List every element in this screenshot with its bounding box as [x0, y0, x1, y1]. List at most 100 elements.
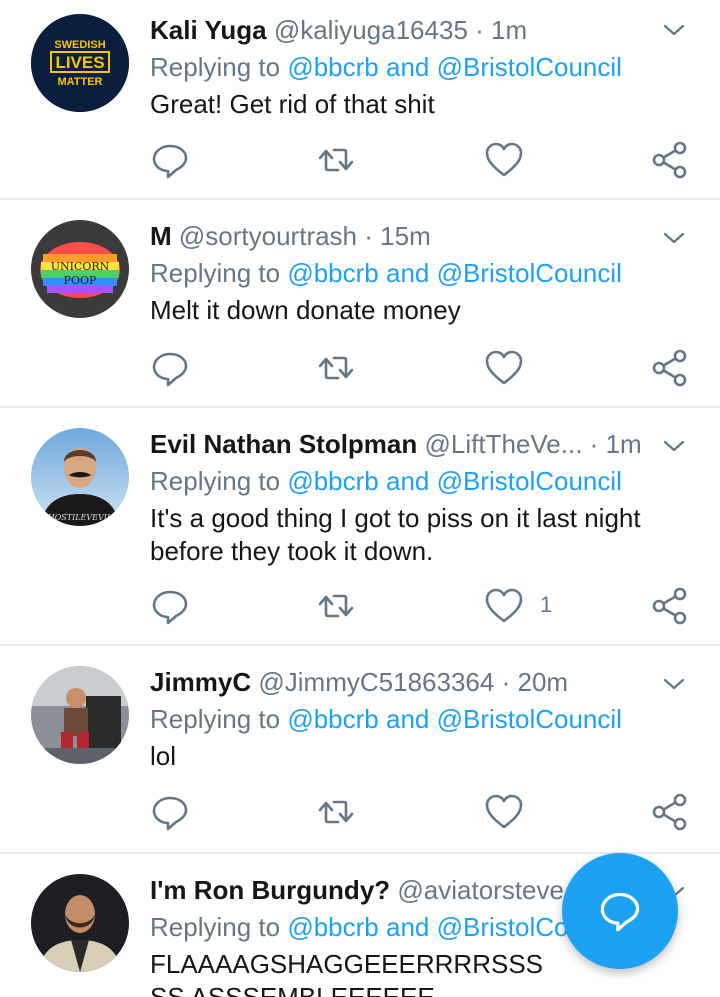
compose-reply-button[interactable]	[562, 853, 678, 969]
heart-icon[interactable]	[484, 792, 524, 832]
replying-to: Replying to @bbcrb and @BristolCou	[150, 911, 583, 943]
mention-link[interactable]: @BristolCouncil	[437, 258, 622, 288]
mention-link[interactable]: @BristolCou	[437, 912, 583, 942]
action-bar	[150, 792, 690, 832]
replying-to: Replying to @bbcrb and @BristolCouncil	[150, 51, 622, 83]
like-count: 1	[540, 592, 553, 617]
mention-conjunction: and	[385, 912, 430, 942]
avatar[interactable]	[31, 666, 129, 764]
replying-to-label: Replying to	[150, 52, 281, 82]
retweet-icon[interactable]	[316, 140, 356, 180]
replying-to-label: Replying to	[150, 704, 281, 734]
timestamp[interactable]: 20m	[517, 667, 568, 697]
user-handle[interactable]: @LiftTheVe...	[425, 429, 583, 459]
svg-text:SWEDISH: SWEDISH	[54, 39, 105, 51]
display-name[interactable]: Evil Nathan Stolpman	[150, 429, 417, 459]
display-name[interactable]: I'm Ron Burgundy?	[150, 875, 390, 905]
tweet-text: FLAAAAGSHAGGEEERRRRSSSSS ASSSEMBLEEEEEE	[150, 949, 543, 997]
chevron-down-icon[interactable]	[662, 434, 686, 458]
separator-dot: ·	[364, 221, 373, 251]
share-icon[interactable]	[650, 348, 690, 388]
mention-link[interactable]: @BristolCouncil	[437, 466, 622, 496]
reply-bubble-icon[interactable]	[150, 792, 190, 832]
tweet-header: Kali Yuga @kaliyuga16435 · 1m	[150, 14, 527, 46]
tweet-text: Melt it down donate money	[150, 295, 461, 325]
tweet-text: Great! Get rid of that shit	[150, 89, 435, 119]
avatar[interactable]: SWEDISH LIVES MATTER	[31, 14, 129, 112]
reply-bubble-icon[interactable]	[150, 348, 190, 388]
share-icon[interactable]	[650, 792, 690, 832]
svg-text:HOSTILEVEVIL: HOSTILEVEVIL	[47, 513, 113, 522]
mention-link[interactable]: @bbcrb	[287, 258, 378, 288]
mention-link[interactable]: @bbcrb	[287, 466, 378, 496]
mention-conjunction: and	[385, 466, 430, 496]
separator-dot: ·	[589, 429, 599, 459]
display-name[interactable]: M	[150, 221, 172, 251]
display-name[interactable]: Kali Yuga	[150, 15, 267, 45]
replying-to-label: Replying to	[150, 466, 281, 496]
replying-to: Replying to @bbcrb and @BristolCouncil	[150, 257, 622, 289]
avatar-image: UNICORN POOP	[31, 220, 129, 318]
avatar[interactable]: HOSTILEVEVIL	[31, 428, 129, 526]
avatar-image: SWEDISH LIVES MATTER	[31, 14, 129, 112]
chevron-down-icon[interactable]	[662, 226, 686, 250]
tweet-text: lol	[150, 741, 177, 771]
reply-tweet[interactable]: JimmyC @JimmyC51863364 · 20m Replying to…	[0, 646, 720, 854]
user-handle[interactable]: @JimmyC51863364	[258, 667, 494, 697]
svg-text:POOP: POOP	[64, 274, 97, 287]
share-icon[interactable]	[650, 586, 690, 626]
user-handle[interactable]: @aviatorsteve	[397, 875, 564, 905]
avatar-image	[31, 874, 129, 972]
mention-link[interactable]: @bbcrb	[287, 52, 378, 82]
reply-tweet[interactable]: SWEDISH LIVES MATTER Kali Yuga @kaliyuga…	[0, 0, 720, 200]
mention-conjunction: and	[385, 258, 430, 288]
mention-conjunction: and	[385, 704, 430, 734]
mention-link[interactable]: @BristolCouncil	[437, 704, 622, 734]
action-bar	[150, 348, 690, 388]
timestamp[interactable]: 15m	[380, 221, 431, 251]
reply-bubble-icon[interactable]	[150, 586, 190, 626]
timestamp[interactable]: 1m	[491, 15, 527, 45]
mention-link[interactable]: @BristolCouncil	[437, 52, 622, 82]
action-bar: 1	[150, 586, 690, 626]
replying-to-label: Replying to	[150, 258, 281, 288]
tweet-text: It's a good thing I got to piss on it la…	[150, 503, 641, 566]
mention-link[interactable]: @bbcrb	[287, 912, 378, 942]
action-bar	[150, 140, 690, 180]
retweet-icon[interactable]	[316, 586, 356, 626]
svg-text:UNICORN: UNICORN	[51, 260, 110, 273]
chevron-down-icon[interactable]	[662, 18, 686, 42]
replying-to-label: Replying to	[150, 912, 281, 942]
compose-reply-icon	[600, 892, 640, 932]
retweet-icon[interactable]	[316, 348, 356, 388]
reply-tweet[interactable]: UNICORN POOP M @sortyourtrash · 15m Repl…	[0, 200, 720, 408]
retweet-icon[interactable]	[316, 792, 356, 832]
replying-to: Replying to @bbcrb and @BristolCouncil	[150, 703, 622, 735]
reply-tweet[interactable]: HOSTILEVEVIL Evil Nathan Stolpman @LiftT…	[0, 408, 720, 646]
timestamp[interactable]: 1m	[606, 429, 642, 459]
tweet-header: Evil Nathan Stolpman @LiftTheVe... · 1m	[150, 428, 642, 460]
reply-bubble-icon[interactable]	[150, 140, 190, 180]
replying-to: Replying to @bbcrb and @BristolCouncil	[150, 465, 622, 497]
avatar[interactable]: UNICORN POOP	[31, 220, 129, 318]
tweet-header: M @sortyourtrash · 15m	[150, 220, 431, 252]
avatar-image: HOSTILEVEVIL	[31, 428, 129, 526]
user-handle[interactable]: @kaliyuga16435	[274, 15, 468, 45]
tweet-header: JimmyC @JimmyC51863364 · 20m	[150, 666, 568, 698]
mention-link[interactable]: @bbcrb	[287, 704, 378, 734]
share-icon[interactable]	[650, 140, 690, 180]
user-handle[interactable]: @sortyourtrash	[179, 221, 357, 251]
avatar[interactable]	[31, 874, 129, 972]
avatar-image	[31, 666, 129, 764]
svg-text:MATTER: MATTER	[57, 76, 102, 88]
separator-dot: ·	[501, 667, 511, 697]
mention-conjunction: and	[385, 52, 430, 82]
heart-icon[interactable]	[484, 348, 524, 388]
tweet-header: I'm Ron Burgundy? @aviatorsteve · 5	[150, 874, 602, 906]
svg-text:LIVES: LIVES	[55, 53, 104, 72]
separator-dot: ·	[475, 15, 484, 45]
heart-icon[interactable]	[484, 586, 524, 626]
heart-icon[interactable]	[484, 140, 524, 180]
display-name[interactable]: JimmyC	[150, 667, 251, 697]
chevron-down-icon[interactable]	[662, 672, 686, 696]
